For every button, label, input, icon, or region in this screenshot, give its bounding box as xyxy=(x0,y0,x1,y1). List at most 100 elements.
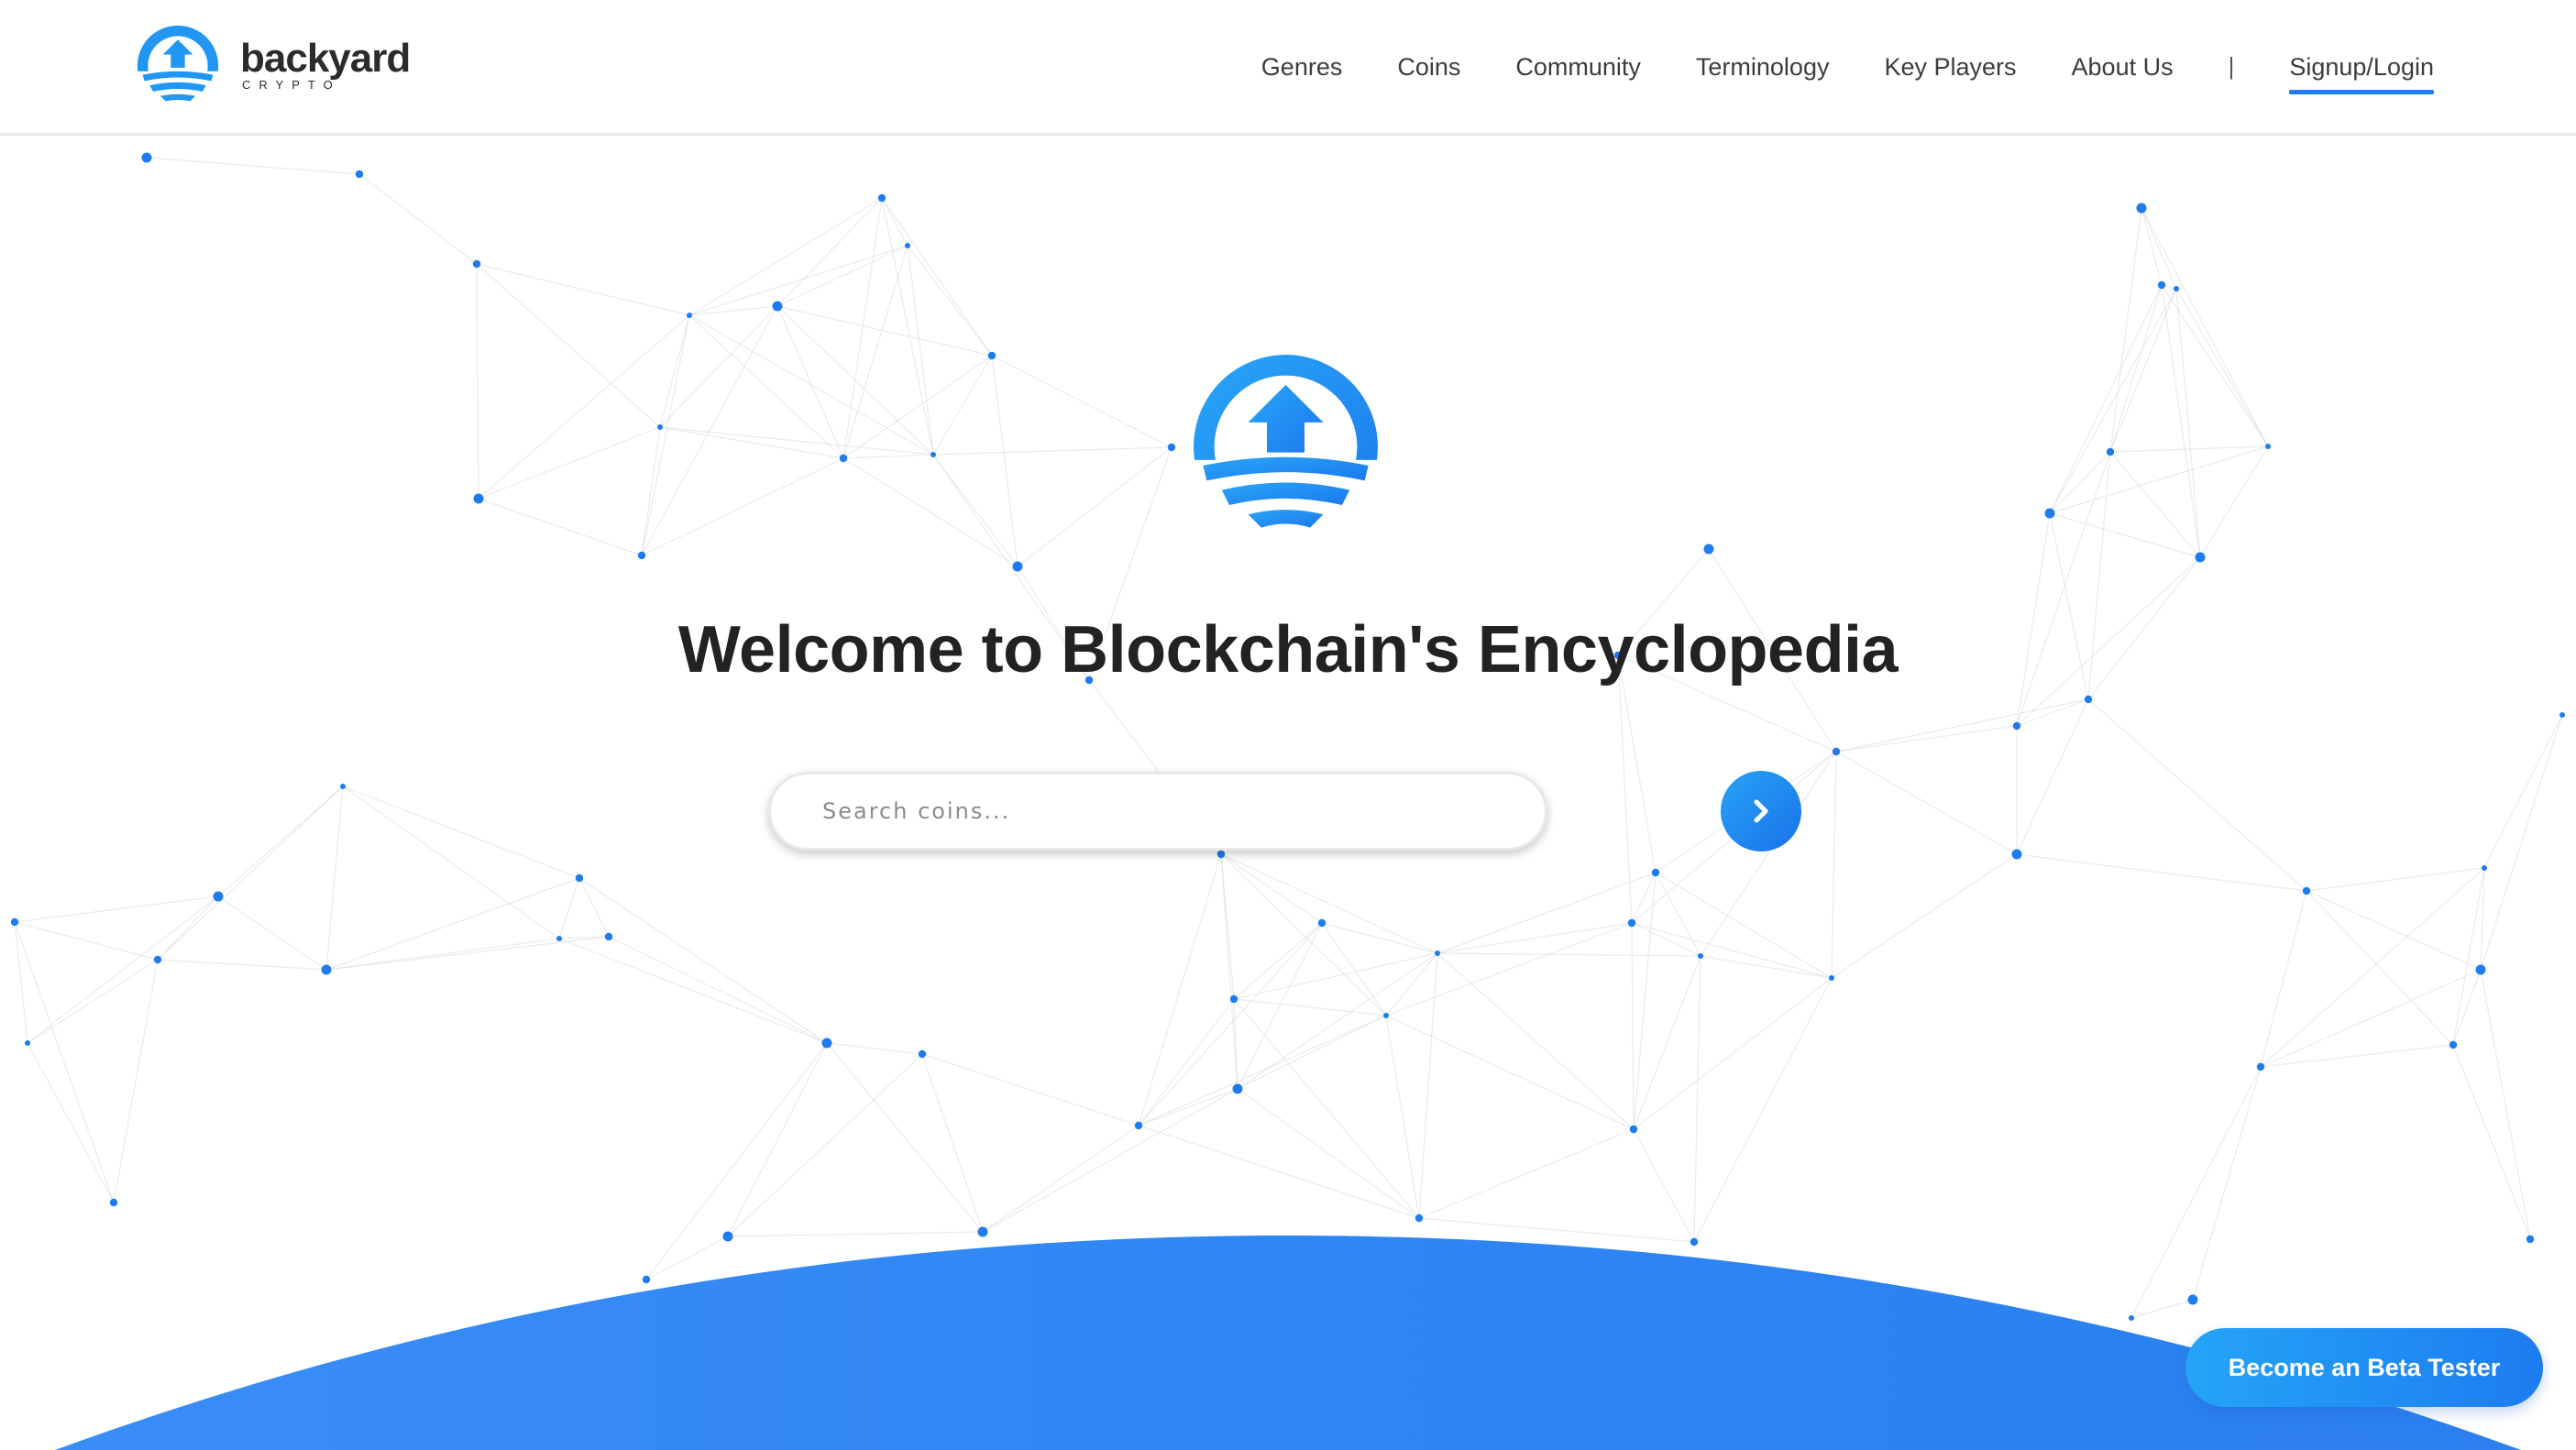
network-edge xyxy=(1631,922,1635,1130)
network-node xyxy=(1829,975,1834,981)
network-edge xyxy=(342,785,560,939)
nav-item-terminology[interactable]: Terminology xyxy=(1696,49,1830,85)
network-node xyxy=(1832,747,1841,756)
nav-item-key-players[interactable]: Key Players xyxy=(1884,49,2016,85)
network-edge xyxy=(921,1053,984,1233)
network-edge xyxy=(325,785,344,971)
hero-title: Welcome to Blockchain's Encyclopedia xyxy=(677,613,1899,687)
network-node xyxy=(556,936,562,941)
network-edge xyxy=(476,263,661,428)
network-node xyxy=(918,1049,927,1059)
network-node xyxy=(2011,849,2022,860)
network-edge xyxy=(157,895,219,961)
network-node xyxy=(1698,953,1703,959)
brand[interactable]: backyard CRYPTO xyxy=(134,20,411,112)
network-edge xyxy=(113,959,159,1203)
network-edge xyxy=(2049,512,2201,558)
network-edge xyxy=(1385,1015,1420,1219)
network-node xyxy=(1629,1125,1638,1134)
network-edge xyxy=(2480,714,2563,971)
network-node xyxy=(213,891,224,902)
nav-item-signup-login[interactable]: Signup/Login xyxy=(2289,49,2434,94)
network-node xyxy=(2195,552,2206,563)
network-edge xyxy=(1220,853,1323,924)
network-node xyxy=(1627,918,1636,928)
network-node xyxy=(2475,964,2486,975)
network-edge xyxy=(146,157,360,175)
network-edge xyxy=(2016,853,2307,892)
network-edge xyxy=(2049,284,2163,514)
network-node xyxy=(1216,850,1226,859)
network-node xyxy=(1167,443,1176,452)
network-node xyxy=(2256,1062,2265,1071)
search-submit-button[interactable] xyxy=(1721,771,1801,851)
search-input[interactable] xyxy=(768,772,1547,851)
network-edge xyxy=(842,454,934,459)
network-node xyxy=(987,351,996,360)
network-node xyxy=(2044,508,2055,519)
network-edge xyxy=(1237,922,1323,1090)
network-edge xyxy=(1418,952,1438,1219)
network-edge xyxy=(14,921,115,1203)
network-edge xyxy=(881,197,934,456)
network-edge xyxy=(2109,284,2163,453)
network-edge xyxy=(688,245,908,316)
network-edge xyxy=(1220,853,1438,954)
network-edge xyxy=(2480,969,2531,1240)
brand-name: backyard xyxy=(240,36,411,81)
become-beta-tester-button[interactable]: Become an Beta Tester xyxy=(2185,1328,2543,1407)
network-node xyxy=(153,955,162,964)
network-node xyxy=(2084,695,2093,704)
network-edge xyxy=(27,959,159,1044)
network-node xyxy=(1012,561,1023,572)
network-edge xyxy=(1835,725,2018,752)
network-edge xyxy=(2452,867,2485,1046)
network-node xyxy=(1229,994,1238,1004)
network-edge xyxy=(1233,998,1420,1219)
network-node xyxy=(355,170,364,179)
network-edge xyxy=(1437,872,1657,954)
main-nav: Genres Coins Community Terminology Key P… xyxy=(1261,0,2434,133)
network-node xyxy=(2302,886,2311,895)
network-edge xyxy=(641,457,844,556)
network-edge xyxy=(776,245,908,307)
network-edge xyxy=(1138,853,1222,1126)
network-edge xyxy=(1237,1088,1420,1219)
network-node xyxy=(2157,280,2166,290)
network-node xyxy=(2482,865,2487,871)
network-edge xyxy=(1233,998,1387,1016)
network-edge xyxy=(982,1088,1238,1233)
nav-item-genres[interactable]: Genres xyxy=(1261,49,1343,85)
network-edge xyxy=(776,305,844,459)
network-node xyxy=(2265,444,2271,449)
network-edge xyxy=(826,1042,984,1233)
network-edge xyxy=(1418,1128,1635,1219)
network-edge xyxy=(2260,1044,2454,1068)
network-edge xyxy=(1835,698,2089,752)
network-edge xyxy=(982,1125,1139,1233)
network-node xyxy=(2012,721,2021,730)
network-node xyxy=(1651,868,1660,877)
network-edge xyxy=(1017,446,1172,567)
network-node xyxy=(2106,447,2115,456)
network-node xyxy=(10,917,19,927)
network-edge xyxy=(1237,952,1438,1090)
nav-item-community[interactable]: Community xyxy=(1515,49,1641,85)
network-edge xyxy=(2175,288,2269,447)
network-edge xyxy=(991,355,1172,448)
network-edge xyxy=(2109,445,2269,453)
nav-separator: | xyxy=(2228,52,2235,80)
network-node xyxy=(340,784,346,789)
network-edge xyxy=(1437,952,1635,1130)
network-edge xyxy=(27,1042,115,1203)
network-edge xyxy=(1237,1015,1387,1090)
nav-item-about-us[interactable]: About Us xyxy=(2072,49,2174,85)
network-edge xyxy=(842,457,1018,567)
network-node xyxy=(2449,1040,2458,1049)
network-edge xyxy=(2199,445,2269,558)
chevron-right-icon xyxy=(1754,799,1768,823)
network-edge xyxy=(2109,451,2201,558)
nav-item-coins[interactable]: Coins xyxy=(1397,49,1460,85)
network-node xyxy=(1383,1013,1389,1018)
network-edge xyxy=(2483,714,2563,869)
